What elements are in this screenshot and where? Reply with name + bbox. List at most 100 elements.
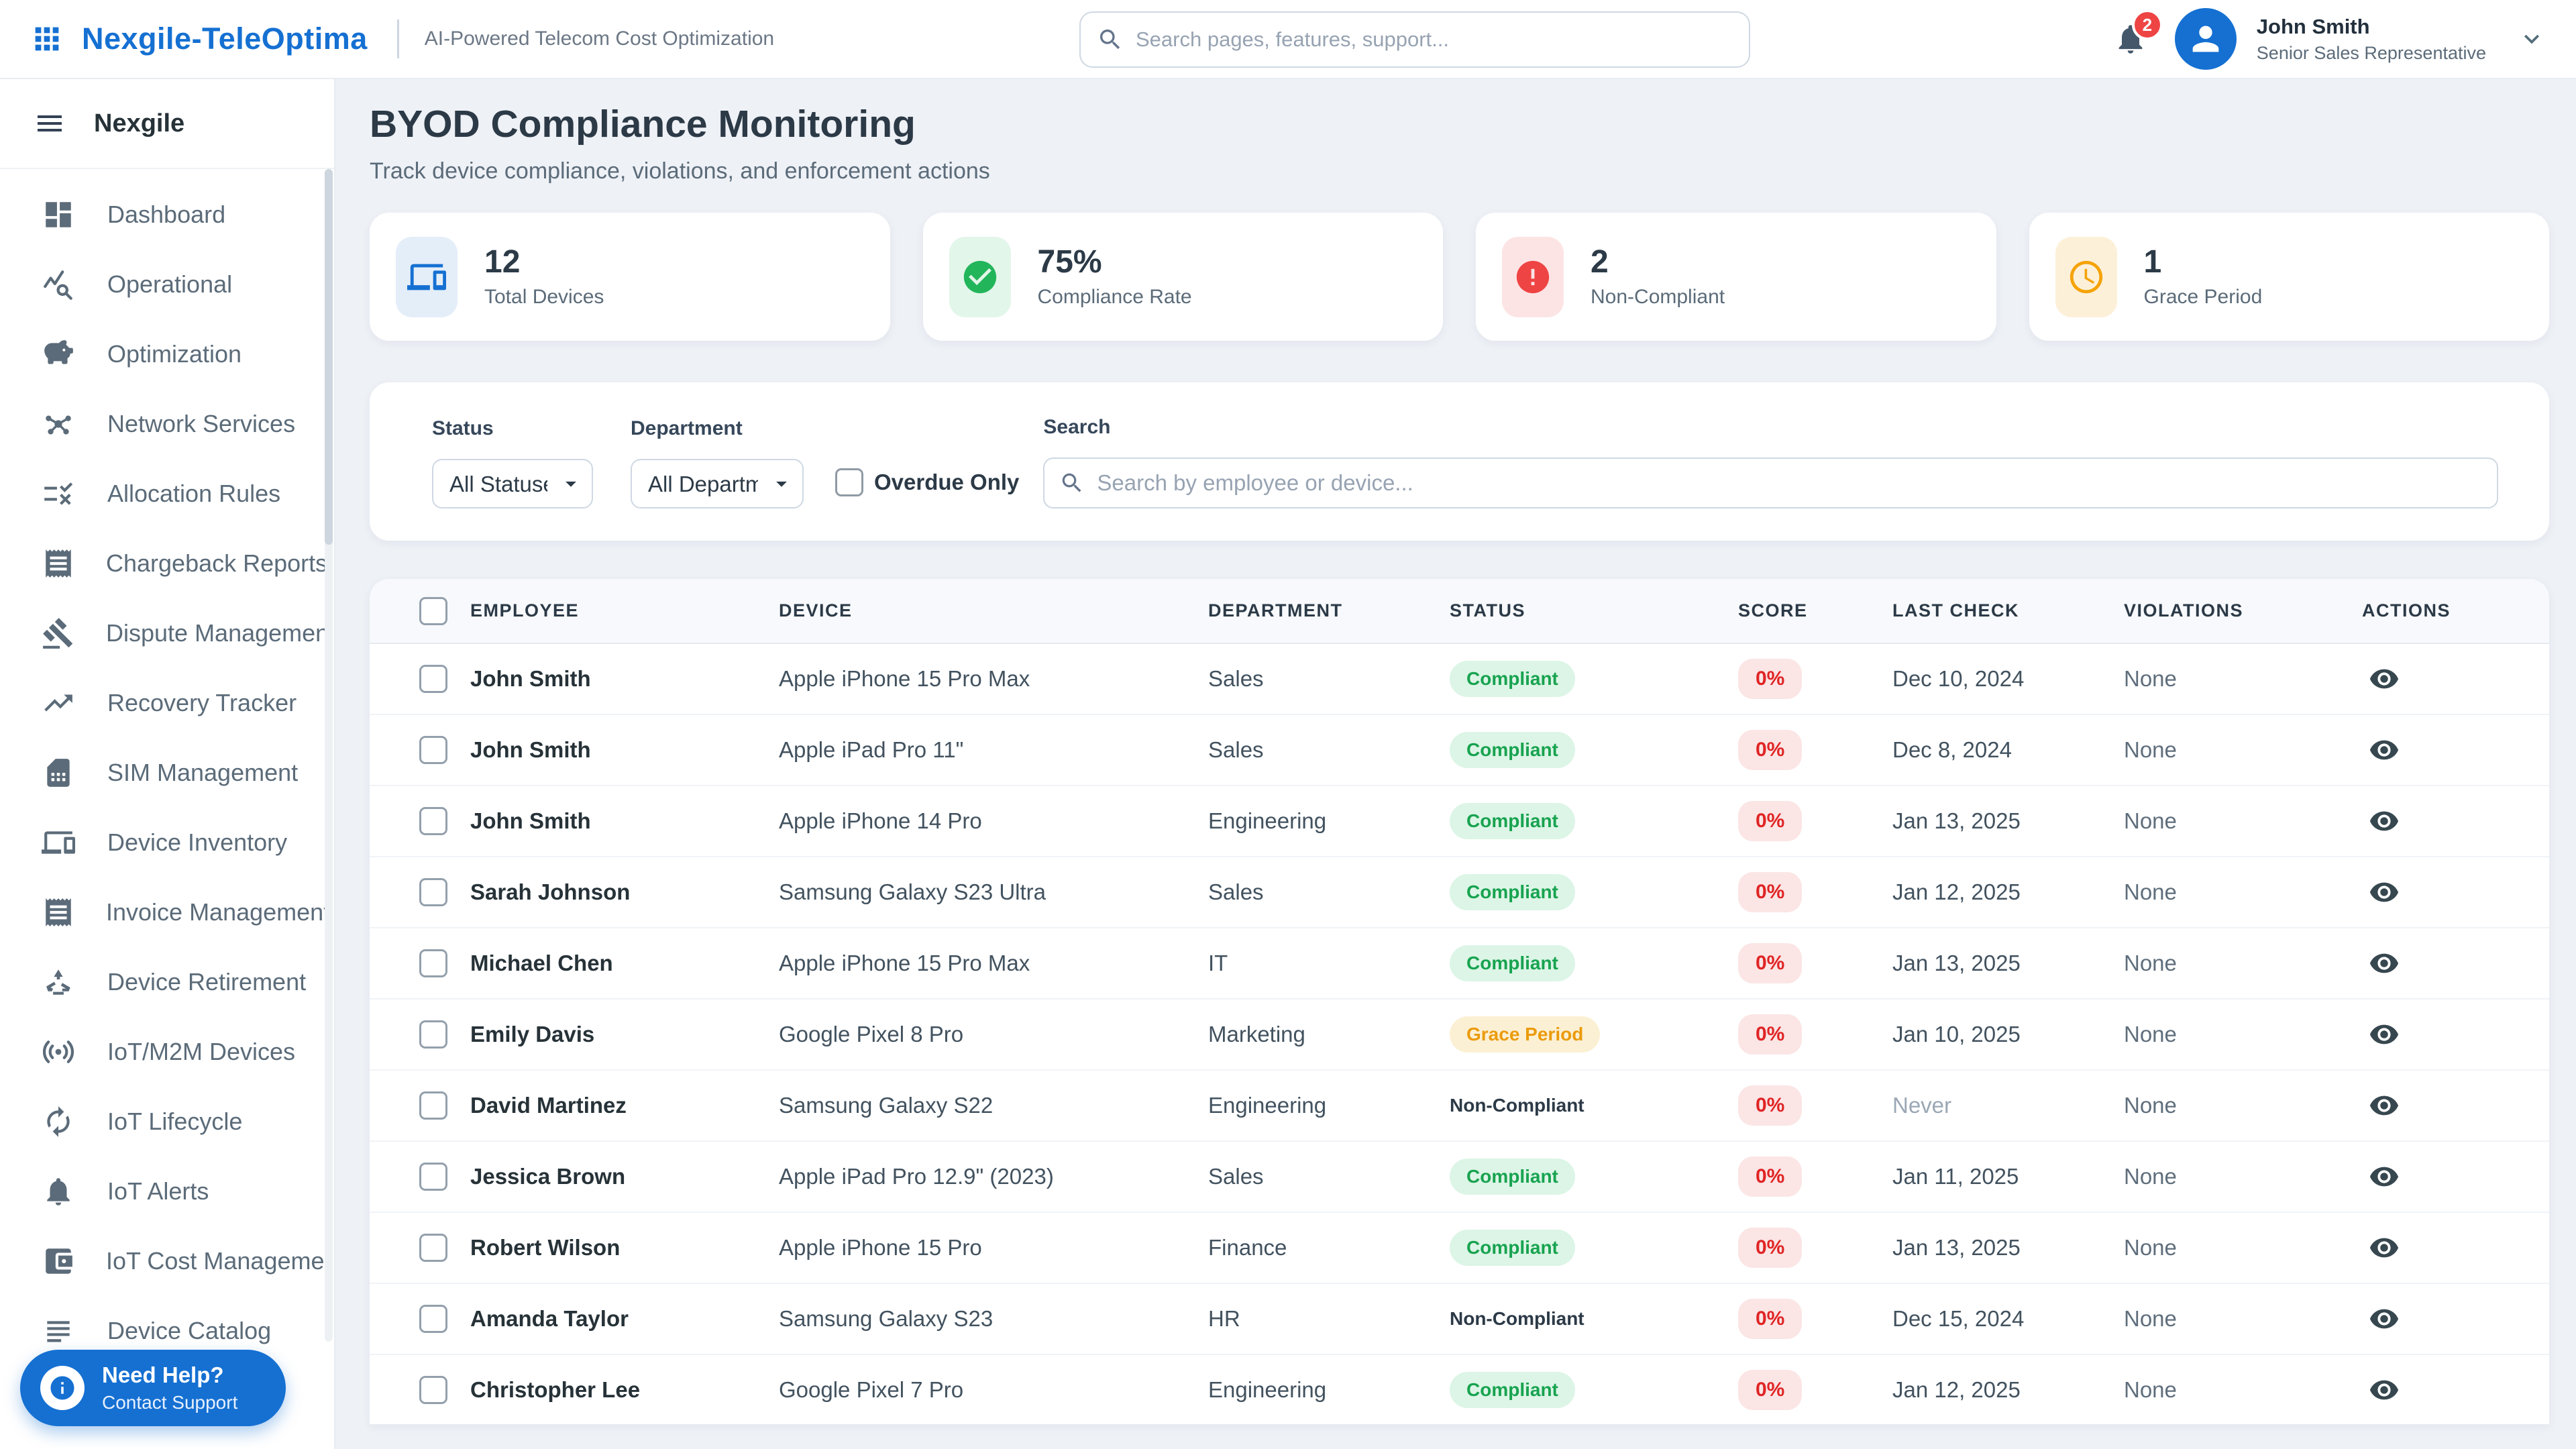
view-details-button[interactable] — [2366, 732, 2549, 768]
view-details-button[interactable] — [2366, 1372, 2549, 1408]
menu-icon[interactable] — [34, 107, 66, 140]
department-filter-select[interactable]: All Departments — [631, 459, 804, 508]
view-details-button[interactable] — [2366, 1087, 2549, 1124]
stat-text: 2 Non-Compliant — [1591, 244, 1725, 309]
receipt-icon — [42, 547, 75, 580]
overdue-only-input[interactable] — [835, 468, 863, 496]
row-checkbox[interactable] — [419, 736, 447, 764]
table-search-input[interactable] — [1097, 470, 2497, 496]
stat-text: 75% Compliance Rate — [1038, 244, 1192, 309]
filters-card: Status All Statuses Department All Depar… — [370, 382, 2549, 541]
row-checkbox[interactable] — [419, 1376, 447, 1404]
gavel-icon — [42, 616, 75, 650]
status-badge: Compliant — [1450, 661, 1575, 697]
brand-tagline: AI-Powered Telecom Cost Optimization — [424, 28, 775, 50]
employee-cell: David Martinez — [470, 1093, 627, 1118]
score-cell: 0% — [1738, 1370, 1803, 1410]
row-checkbox[interactable] — [419, 665, 447, 693]
sidebar-item-optimization[interactable]: Optimization — [0, 319, 325, 389]
score-badge: 0% — [1738, 1299, 1803, 1339]
department-cell: Sales — [1208, 737, 1264, 762]
global-search-input[interactable] — [1136, 28, 1733, 52]
sidebar-item-operational[interactable]: Operational — [0, 250, 325, 319]
compliance-table: EMPLOYEE DEVICE DEPARTMENT STATUS SCORE LAST … — [370, 579, 2549, 1424]
sidebar-item-dispute-management[interactable]: Dispute Management — [0, 598, 325, 668]
view-details-button[interactable] — [2366, 874, 2549, 910]
help-text: Need Help? Contact Support — [102, 1362, 237, 1413]
status-cell: Compliant — [1450, 1230, 1575, 1266]
table-row: Amanda Taylor Samsung Galaxy S23 HR Non-Com… — [370, 1284, 2549, 1355]
notifications-button[interactable]: 2 — [2106, 9, 2163, 63]
device-cell: Apple iPhone 15 Pro Max — [779, 951, 1030, 975]
stat-text: 1 Grace Period — [2143, 244, 2263, 309]
table-header-row: EMPLOYEE DEVICE DEPARTMENT STATUS SCORE LAST … — [370, 579, 2549, 644]
sidebar-item-sim-management[interactable]: SIM Management — [0, 738, 325, 808]
table-row: Christopher Lee Google Pixel 7 Pro Enginee… — [370, 1355, 2549, 1424]
view-details-button[interactable] — [2366, 803, 2549, 839]
column-header-last-check: LAST CHECK — [1892, 600, 2019, 621]
employee-cell: Emily Davis — [470, 1022, 595, 1046]
sidebar-item-device-catalog[interactable]: Device Catalog — [0, 1296, 325, 1346]
sidebar-item-iot-alerts[interactable]: IoT Alerts — [0, 1157, 325, 1226]
table-row: David Martinez Samsung Galaxy S22 Engineer… — [370, 1071, 2549, 1142]
view-details-button[interactable] — [2366, 1301, 2549, 1337]
row-checkbox[interactable] — [419, 1305, 447, 1333]
status-filter-group: Status All Statuses — [432, 417, 593, 508]
sidebar-item-iot-m2m-devices[interactable]: IoT/M2M Devices — [0, 1017, 325, 1087]
column-header-employee: EMPLOYEE — [470, 600, 580, 621]
score-badge: 0% — [1738, 730, 1803, 770]
eye-icon — [2369, 1019, 2546, 1050]
apps-grid-icon[interactable] — [30, 21, 64, 56]
view-details-button[interactable] — [2366, 1230, 2549, 1266]
row-checkbox[interactable] — [419, 878, 447, 906]
help-subtitle: Contact Support — [102, 1392, 238, 1413]
view-details-button[interactable] — [2366, 1016, 2549, 1053]
view-details-button[interactable] — [2366, 661, 2549, 697]
sidebar-item-iot-cost-management[interactable]: IoT Cost Management — [0, 1226, 325, 1296]
employee-cell: John Smith — [470, 666, 591, 691]
help-button[interactable]: Need Help? Contact Support — [20, 1350, 286, 1426]
overdue-only-checkbox[interactable]: Overdue Only — [835, 468, 1019, 496]
employee-cell: Michael Chen — [470, 951, 613, 975]
stat-value: 2 — [1591, 244, 1609, 280]
column-header-actions: ACTIONS — [2362, 600, 2451, 621]
status-badge: Compliant — [1450, 1372, 1575, 1408]
stat-label: Grace Period — [2143, 286, 2263, 309]
sidebar-scrollbar[interactable] — [325, 169, 333, 1342]
scrollbar-thumb[interactable] — [325, 169, 333, 545]
sidebar-item-device-retirement[interactable]: Device Retirement — [0, 947, 325, 1017]
sidebar-item-invoice-management[interactable]: Invoice Management — [0, 877, 325, 947]
sidebar-item-dashboard[interactable]: Dashboard — [0, 180, 325, 250]
avatar[interactable] — [2174, 8, 2237, 70]
row-checkbox[interactable] — [419, 949, 447, 977]
row-checkbox[interactable] — [419, 1234, 447, 1262]
sidebar-item-network-services[interactable]: Network Services — [0, 389, 325, 459]
sidebar-item-label: IoT Lifecycle — [107, 1108, 243, 1135]
score-badge: 0% — [1738, 1157, 1803, 1197]
sidebar-item-device-inventory[interactable]: Device Inventory — [0, 808, 325, 877]
sidebar-item-recovery-tracker[interactable]: Recovery Tracker — [0, 668, 325, 738]
select-all-checkbox[interactable] — [419, 596, 447, 625]
row-checkbox[interactable] — [419, 807, 447, 835]
score-badge: 0% — [1738, 872, 1803, 912]
device-cell: Apple iPad Pro 12.9" (2023) — [779, 1164, 1054, 1189]
sidebar-item-allocation-rules[interactable]: Allocation Rules — [0, 459, 325, 529]
chevron-down-icon[interactable] — [2517, 24, 2546, 54]
table-row: Sarah Johnson Samsung Galaxy S23 Ultra Sal… — [370, 857, 2549, 928]
row-checkbox[interactable] — [419, 1163, 447, 1191]
last-check-cell: Dec 8, 2024 — [1892, 737, 2012, 762]
sidebar-item-label: SIM Management — [107, 759, 299, 786]
view-details-button[interactable] — [2366, 945, 2549, 981]
view-details-button[interactable] — [2366, 1159, 2549, 1195]
row-checkbox[interactable] — [419, 1091, 447, 1120]
row-checkbox[interactable] — [419, 1020, 447, 1049]
device-cell: Apple iPhone 15 Pro — [779, 1235, 982, 1260]
sidebar-item-chargeback-reports[interactable]: Chargeback Reports — [0, 529, 325, 598]
device-cell: Apple iPhone 14 Pro — [779, 808, 982, 833]
notification-badge: 2 — [2131, 9, 2163, 40]
stat-value: 1 — [2143, 244, 2162, 280]
status-cell: Compliant — [1450, 1159, 1575, 1195]
sidebar-item-iot-lifecycle[interactable]: IoT Lifecycle — [0, 1087, 325, 1157]
sidebar-item-label: Dashboard — [107, 201, 226, 228]
status-filter-select[interactable]: All Statuses — [432, 459, 593, 508]
